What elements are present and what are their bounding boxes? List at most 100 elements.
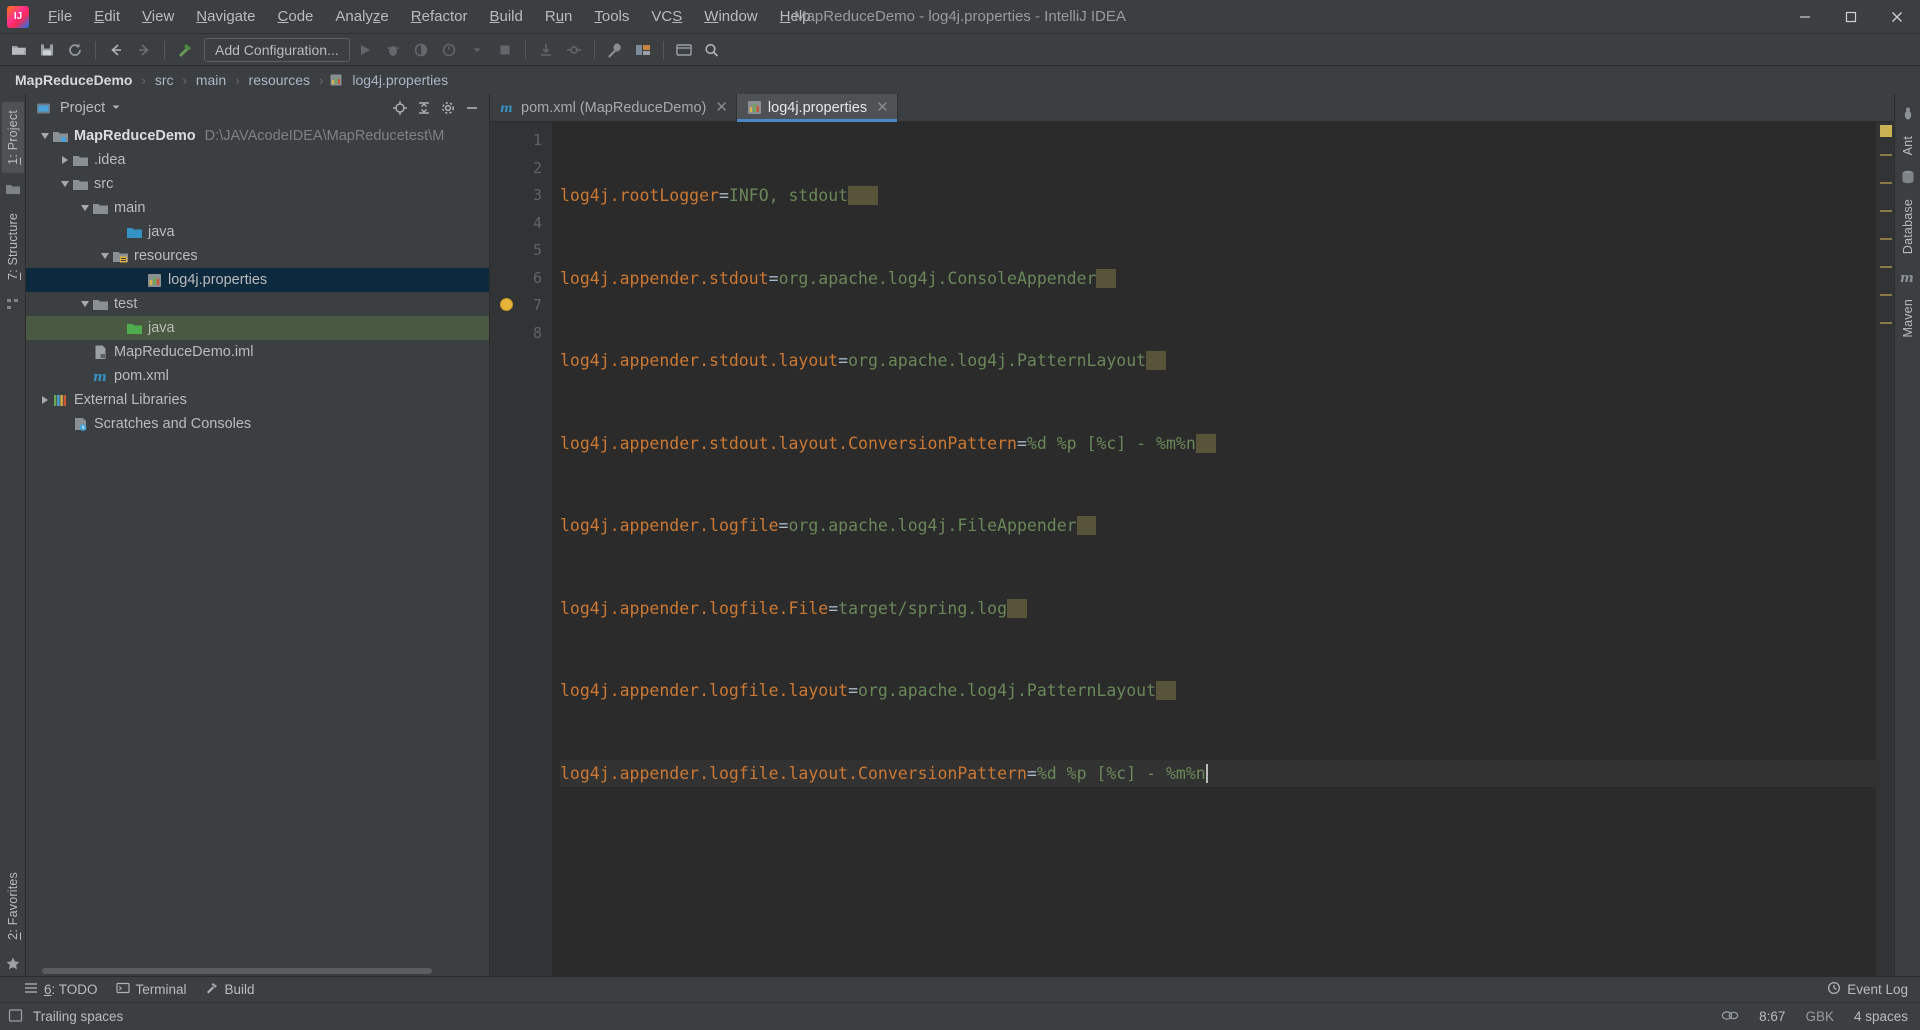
- open-folder-icon[interactable]: [6, 37, 32, 63]
- tree-row-iml[interactable]: MapReduceDemo.iml: [26, 340, 489, 364]
- menu-build[interactable]: Build: [478, 4, 533, 30]
- menu-edit[interactable]: Edit: [83, 4, 131, 30]
- debug-icon[interactable]: [380, 37, 406, 63]
- close-icon[interactable]: ✕: [715, 100, 728, 115]
- indent-setting[interactable]: 4 spaces: [1854, 1009, 1908, 1024]
- maximize-button[interactable]: [1828, 0, 1874, 34]
- project-structure-icon[interactable]: [630, 37, 656, 63]
- search-everywhere-icon[interactable]: [699, 37, 725, 63]
- tree-row-test[interactable]: test: [26, 292, 489, 316]
- settings-wrench-icon[interactable]: [602, 37, 628, 63]
- expand-arrow-icon[interactable]: [58, 172, 72, 196]
- collapse-arrow-icon[interactable]: [58, 148, 72, 172]
- code-line-6[interactable]: log4j.appender.logfile.File=target/sprin…: [560, 595, 1876, 623]
- back-arrow-icon[interactable]: [103, 37, 129, 63]
- breadcrumb-item-main[interactable]: main: [193, 71, 229, 89]
- tree-row-pom-xml[interactable]: m pom.xml: [26, 364, 489, 388]
- menu-analyze[interactable]: Analyze: [324, 4, 399, 30]
- collapse-arrow-icon[interactable]: [38, 388, 52, 412]
- sidebar-item-favorites[interactable]: 2: Favorites: [2, 864, 24, 948]
- expand-arrow-icon[interactable]: [38, 124, 52, 148]
- tool-button-terminal[interactable]: Terminal: [115, 981, 187, 998]
- code-line-8[interactable]: log4j.appender.logfile.layout.Conversion…: [560, 759, 1876, 787]
- chevron-down-icon[interactable]: [464, 37, 490, 63]
- code-line-3[interactable]: log4j.appender.stdout.layout=org.apache.…: [560, 347, 1876, 375]
- tree-row-resources[interactable]: resources: [26, 244, 489, 268]
- menu-navigate[interactable]: Navigate: [185, 4, 266, 30]
- maven-icon[interactable]: m: [1900, 269, 1916, 286]
- sidebar-item-structure[interactable]: 7: Structure: [2, 205, 24, 288]
- sidebar-item-maven[interactable]: Maven: [1897, 291, 1919, 346]
- breadcrumb-item-file[interactable]: log4j.properties: [349, 71, 451, 89]
- run-coverage-icon[interactable]: [408, 37, 434, 63]
- project-files-icon[interactable]: [5, 181, 21, 197]
- menu-code[interactable]: Code: [267, 4, 325, 30]
- minimize-button[interactable]: [1782, 0, 1828, 34]
- database-icon[interactable]: [1900, 169, 1916, 185]
- tree-row-test-java[interactable]: java: [26, 316, 489, 340]
- menu-file[interactable]: File: [37, 4, 83, 30]
- sidebar-item-ant[interactable]: Ant: [1897, 128, 1919, 163]
- tree-row-project-root[interactable]: MapReduceDemo D:\JAVAcodeIDEA\MapReducet…: [26, 124, 489, 148]
- breadcrumb-item-resources[interactable]: resources: [246, 71, 313, 89]
- expand-arrow-icon[interactable]: [78, 196, 92, 220]
- menu-help[interactable]: Help: [769, 4, 822, 30]
- intention-bulb-icon[interactable]: [500, 298, 513, 311]
- expand-arrow-icon[interactable]: [78, 292, 92, 316]
- tab-pom-xml[interactable]: m pom.xml (MapReduceDemo) ✕: [490, 94, 737, 121]
- close-button[interactable]: [1874, 0, 1920, 34]
- code-line-5[interactable]: log4j.appender.logfile=org.apache.log4j.…: [560, 512, 1876, 540]
- menu-vcs[interactable]: VCS: [640, 4, 693, 30]
- breadcrumb-item-src[interactable]: src: [152, 71, 177, 89]
- tree-row-main-java[interactable]: java: [26, 220, 489, 244]
- locate-target-icon[interactable]: [389, 97, 411, 119]
- caret-position[interactable]: 8:67: [1759, 1009, 1785, 1024]
- tree-row-log4j-properties[interactable]: log4j.properties: [26, 268, 489, 292]
- collapse-all-icon[interactable]: [413, 97, 435, 119]
- build-hammer-icon[interactable]: [172, 37, 198, 63]
- terminal-window-icon[interactable]: [671, 37, 697, 63]
- code-line-1[interactable]: log4j.rootLogger=INFO, stdout: [560, 182, 1876, 210]
- tree-row-main[interactable]: main: [26, 196, 489, 220]
- tool-button-build[interactable]: Build: [205, 981, 255, 998]
- code-line-4[interactable]: log4j.appender.stdout.layout.ConversionP…: [560, 430, 1876, 458]
- tree-row-scratches[interactable]: Scratches and Consoles: [26, 412, 489, 436]
- profile-icon[interactable]: [436, 37, 462, 63]
- favorites-star-icon[interactable]: [5, 956, 21, 972]
- code-line-2[interactable]: log4j.appender.stdout=org.apache.log4j.C…: [560, 265, 1876, 293]
- breadcrumb-item-project[interactable]: MapReduceDemo: [12, 71, 135, 89]
- run-icon[interactable]: [352, 37, 378, 63]
- sync-refresh-icon[interactable]: [62, 37, 88, 63]
- hide-panel-icon[interactable]: [461, 97, 483, 119]
- tab-log4j-properties[interactable]: log4j.properties ✕: [736, 94, 898, 122]
- menu-run[interactable]: Run: [534, 4, 584, 30]
- update-project-icon[interactable]: [533, 37, 559, 63]
- menu-window[interactable]: Window: [693, 4, 768, 30]
- menu-view[interactable]: View: [131, 4, 185, 30]
- code-content[interactable]: log4j.rootLogger=INFO, stdout log4j.appe…: [552, 122, 1876, 976]
- file-encoding[interactable]: GBK: [1805, 1009, 1834, 1024]
- expand-arrow-icon[interactable]: [98, 244, 112, 268]
- code-line-7[interactable]: log4j.appender.logfile.layout=org.apache…: [560, 677, 1876, 705]
- project-horizontal-scrollbar[interactable]: [26, 966, 489, 976]
- sidebar-item-database[interactable]: Database: [1897, 191, 1919, 262]
- commit-icon[interactable]: [561, 37, 587, 63]
- tree-row-src[interactable]: src: [26, 172, 489, 196]
- menu-refactor[interactable]: Refactor: [400, 4, 479, 30]
- notifications-icon[interactable]: [1721, 1008, 1739, 1026]
- menu-tools[interactable]: Tools: [583, 4, 640, 30]
- editor-marker-strip[interactable]: [1876, 122, 1894, 976]
- add-configuration-button[interactable]: Add Configuration...: [204, 37, 350, 62]
- stop-icon[interactable]: [492, 37, 518, 63]
- structure-icon[interactable]: [5, 296, 21, 312]
- event-log-button[interactable]: Event Log: [1827, 981, 1908, 998]
- close-icon[interactable]: ✕: [876, 100, 889, 115]
- settings-gear-icon[interactable]: [437, 97, 459, 119]
- sidebar-item-project[interactable]: 1: Project: [1, 102, 24, 173]
- chevron-down-icon[interactable]: [111, 99, 121, 117]
- tree-row-idea[interactable]: .idea: [26, 148, 489, 172]
- forward-arrow-icon[interactable]: [131, 37, 157, 63]
- tree-row-external-libraries[interactable]: External Libraries: [26, 388, 489, 412]
- ant-build-icon[interactable]: [1900, 106, 1916, 122]
- inspection-status-box[interactable]: [1880, 125, 1892, 137]
